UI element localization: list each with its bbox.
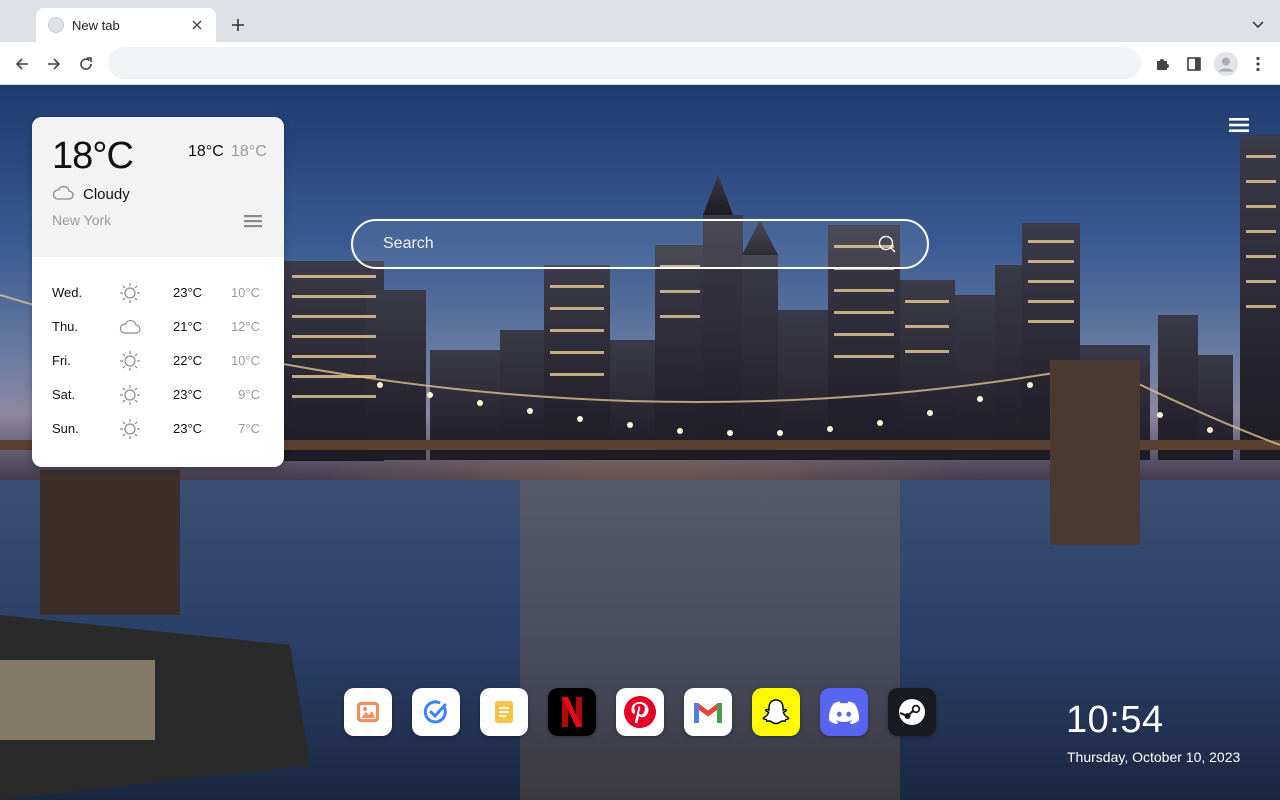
cloud-icon <box>52 185 74 200</box>
arrow-left-icon <box>15 58 28 70</box>
kebab-menu-icon <box>1256 56 1260 72</box>
forecast-day: Wed. <box>52 285 83 300</box>
puzzle-icon <box>1157 59 1169 70</box>
forecast-row: Sat. 23°C 9°C <box>32 379 284 413</box>
forecast-low: 10°C <box>230 353 260 368</box>
back-button[interactable] <box>8 50 36 78</box>
today-high: 18°C <box>188 143 224 160</box>
weather-current: 18°C 18°C 18°C Cloudy New York <box>32 117 284 257</box>
forecast-row: Sun. 23°C 7°C <box>32 413 284 447</box>
note-icon <box>495 701 513 723</box>
netflix-icon <box>562 697 582 727</box>
close-icon[interactable] <box>188 16 206 34</box>
forecast-high: 23°C <box>173 285 203 300</box>
discord-icon <box>828 701 860 724</box>
pinterest-icon <box>624 696 656 728</box>
chevron-down-icon <box>1252 21 1264 29</box>
weather-widget[interactable]: 18°C 18°C 18°C Cloudy New York Wed. 23°C… <box>32 117 284 467</box>
current-temperature: 18°C <box>52 135 134 177</box>
steam-icon <box>899 699 925 725</box>
pinterest-shortcut[interactable] <box>616 688 664 736</box>
forecast-high: 21°C <box>173 319 203 334</box>
notes-shortcut[interactable] <box>480 688 528 736</box>
tab-search-button[interactable] <box>1246 13 1270 37</box>
gmail-shortcut[interactable] <box>684 688 732 736</box>
reload-button[interactable] <box>72 50 100 78</box>
profile-button[interactable] <box>1212 50 1240 78</box>
search-bar[interactable] <box>351 219 929 269</box>
forecast-row: Thu. 21°C 12°C <box>32 311 284 345</box>
app-dock <box>344 688 944 736</box>
weather-forecast: Wed. 23°C 10°C Thu. 21°C 12°C Fri. 22°C … <box>32 277 284 447</box>
forward-button[interactable] <box>40 50 68 78</box>
side-panel-button[interactable] <box>1180 50 1208 78</box>
today-low: 18°C <box>231 143 267 160</box>
forecast-low: 10°C <box>230 285 260 300</box>
cloud-icon <box>119 319 141 334</box>
plus-icon <box>232 19 244 31</box>
tab-title: New tab <box>72 17 120 33</box>
forecast-day: Thu. <box>52 319 79 334</box>
hamburger-icon[interactable] <box>243 213 263 229</box>
forecast-low: 9°C <box>238 387 260 402</box>
side-panel-icon <box>1187 57 1201 71</box>
clock-time: 10:54 <box>1066 699 1164 741</box>
new-tab-button[interactable] <box>226 13 250 37</box>
extensions-button[interactable] <box>1148 50 1176 78</box>
sun-icon <box>120 385 140 405</box>
forecast-high: 22°C <box>173 353 203 368</box>
browser-toolbar <box>0 42 1280 85</box>
forecast-low: 12°C <box>230 319 260 334</box>
sun-icon <box>120 419 140 439</box>
sun-icon <box>120 283 140 303</box>
discord-shortcut[interactable] <box>820 688 868 736</box>
forecast-row: Wed. 23°C 10°C <box>32 277 284 311</box>
forecast-high: 23°C <box>173 421 203 436</box>
tab-strip: New tab <box>0 0 1280 42</box>
snapchat-shortcut[interactable] <box>752 688 800 736</box>
search-input[interactable] <box>383 221 863 267</box>
steam-shortcut[interactable] <box>888 688 936 736</box>
forecast-row: Fri. 22°C 10°C <box>32 345 284 379</box>
avatar-icon <box>1214 52 1238 76</box>
search-icon[interactable] <box>877 234 897 254</box>
forecast-day: Fri. <box>52 353 71 368</box>
weather-city[interactable]: New York <box>52 212 111 228</box>
browser-menu-button[interactable] <box>1244 50 1272 78</box>
reload-icon <box>80 57 92 70</box>
address-bar[interactable] <box>108 47 1141 79</box>
forecast-day: Sun. <box>52 421 79 436</box>
tab-new-tab[interactable]: New tab <box>36 8 216 42</box>
snapchat-icon <box>762 699 790 725</box>
clock-date: Thursday, October 10, 2023 <box>1067 749 1241 765</box>
forecast-high: 23°C <box>173 387 203 402</box>
forecast-day: Sat. <box>52 387 76 402</box>
todo-shortcut[interactable] <box>412 688 460 736</box>
wallpaper-shortcut[interactable] <box>344 688 392 736</box>
new-tab-page: 18°C 18°C 18°C Cloudy New York Wed. 23°C… <box>0 85 1280 800</box>
globe-icon <box>48 17 64 33</box>
netflix-shortcut[interactable] <box>548 688 596 736</box>
weather-condition: Cloudy <box>83 186 130 203</box>
forecast-low: 7°C <box>238 421 260 436</box>
check-circle-icon <box>423 700 447 724</box>
sun-icon <box>120 351 140 371</box>
image-icon <box>357 702 379 722</box>
hamburger-icon[interactable] <box>1228 115 1250 135</box>
gmail-icon <box>694 703 722 723</box>
arrow-right-icon <box>48 58 61 70</box>
